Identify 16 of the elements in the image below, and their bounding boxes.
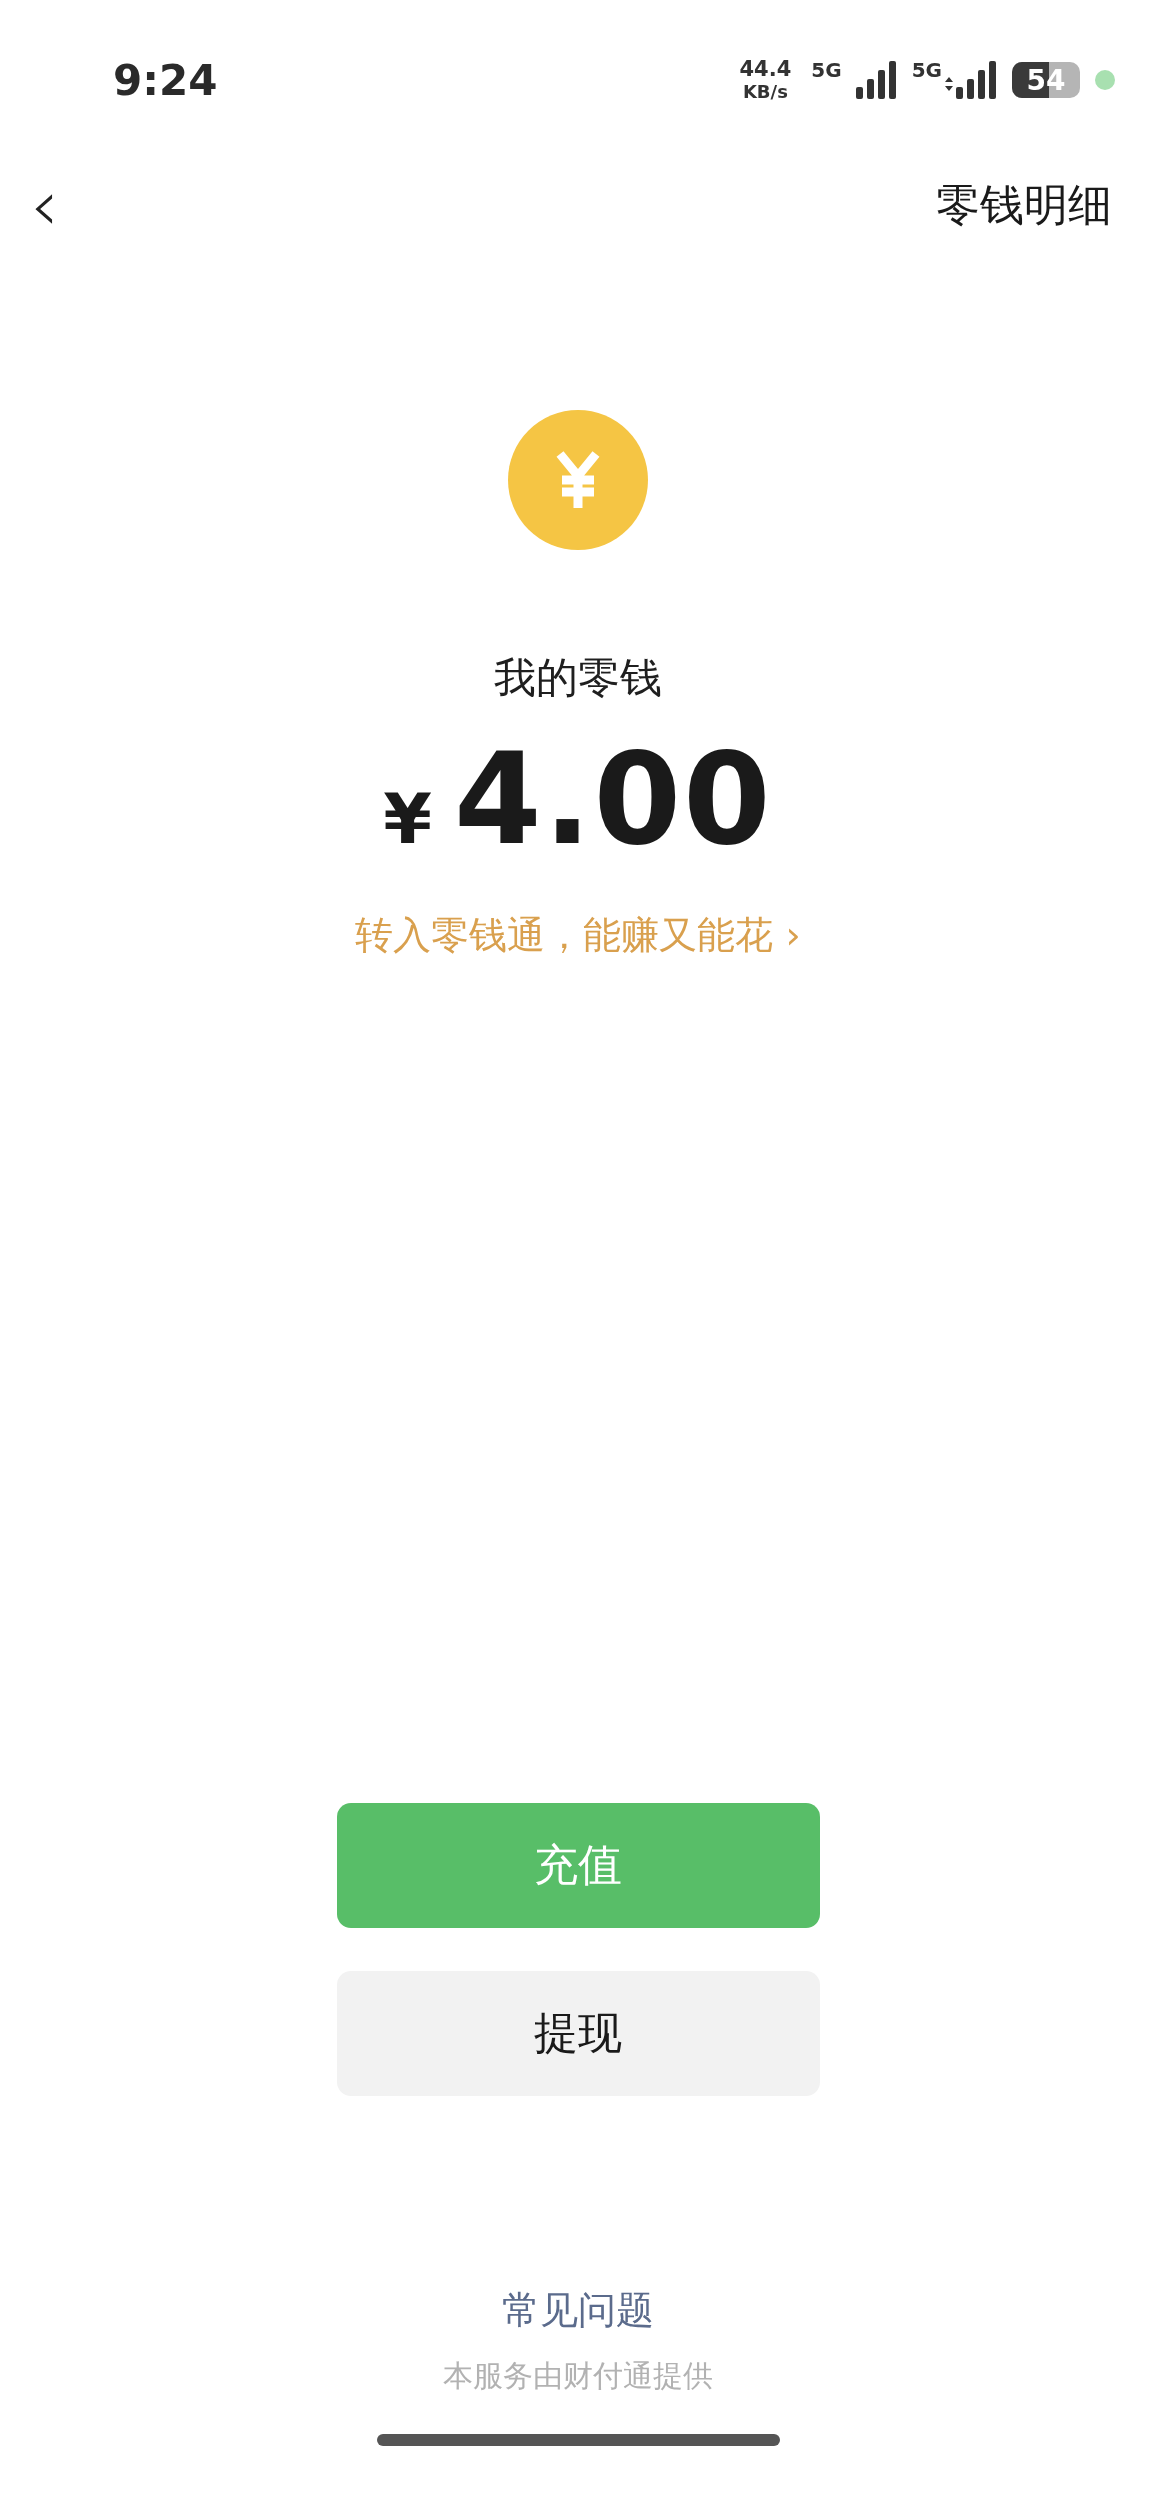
network-speed: 44.4 bbox=[739, 59, 792, 80]
faq-link[interactable]: 常见问题 bbox=[502, 2285, 654, 2335]
network-type: 5G bbox=[811, 60, 842, 80]
provider-note: 本服务由财付通提供 bbox=[443, 2357, 713, 2395]
signal-icon bbox=[942, 60, 998, 100]
network-type: 5G bbox=[911, 60, 942, 80]
status-time: 9:24 bbox=[113, 55, 218, 105]
balance-label: 我的零钱 bbox=[494, 653, 662, 703]
currency-symbol: ¥ bbox=[383, 777, 432, 862]
yuan-coin-icon bbox=[508, 410, 648, 550]
back-button[interactable]: ‹ bbox=[30, 165, 59, 245]
status-dot-icon bbox=[1094, 69, 1116, 91]
network-speed-unit: KB/s bbox=[742, 83, 788, 101]
change-details-link[interactable]: 零钱明细 bbox=[936, 175, 1112, 235]
withdraw-button[interactable]: 提现 bbox=[336, 1971, 820, 2096]
balance-amount: 4.00 bbox=[453, 735, 773, 865]
